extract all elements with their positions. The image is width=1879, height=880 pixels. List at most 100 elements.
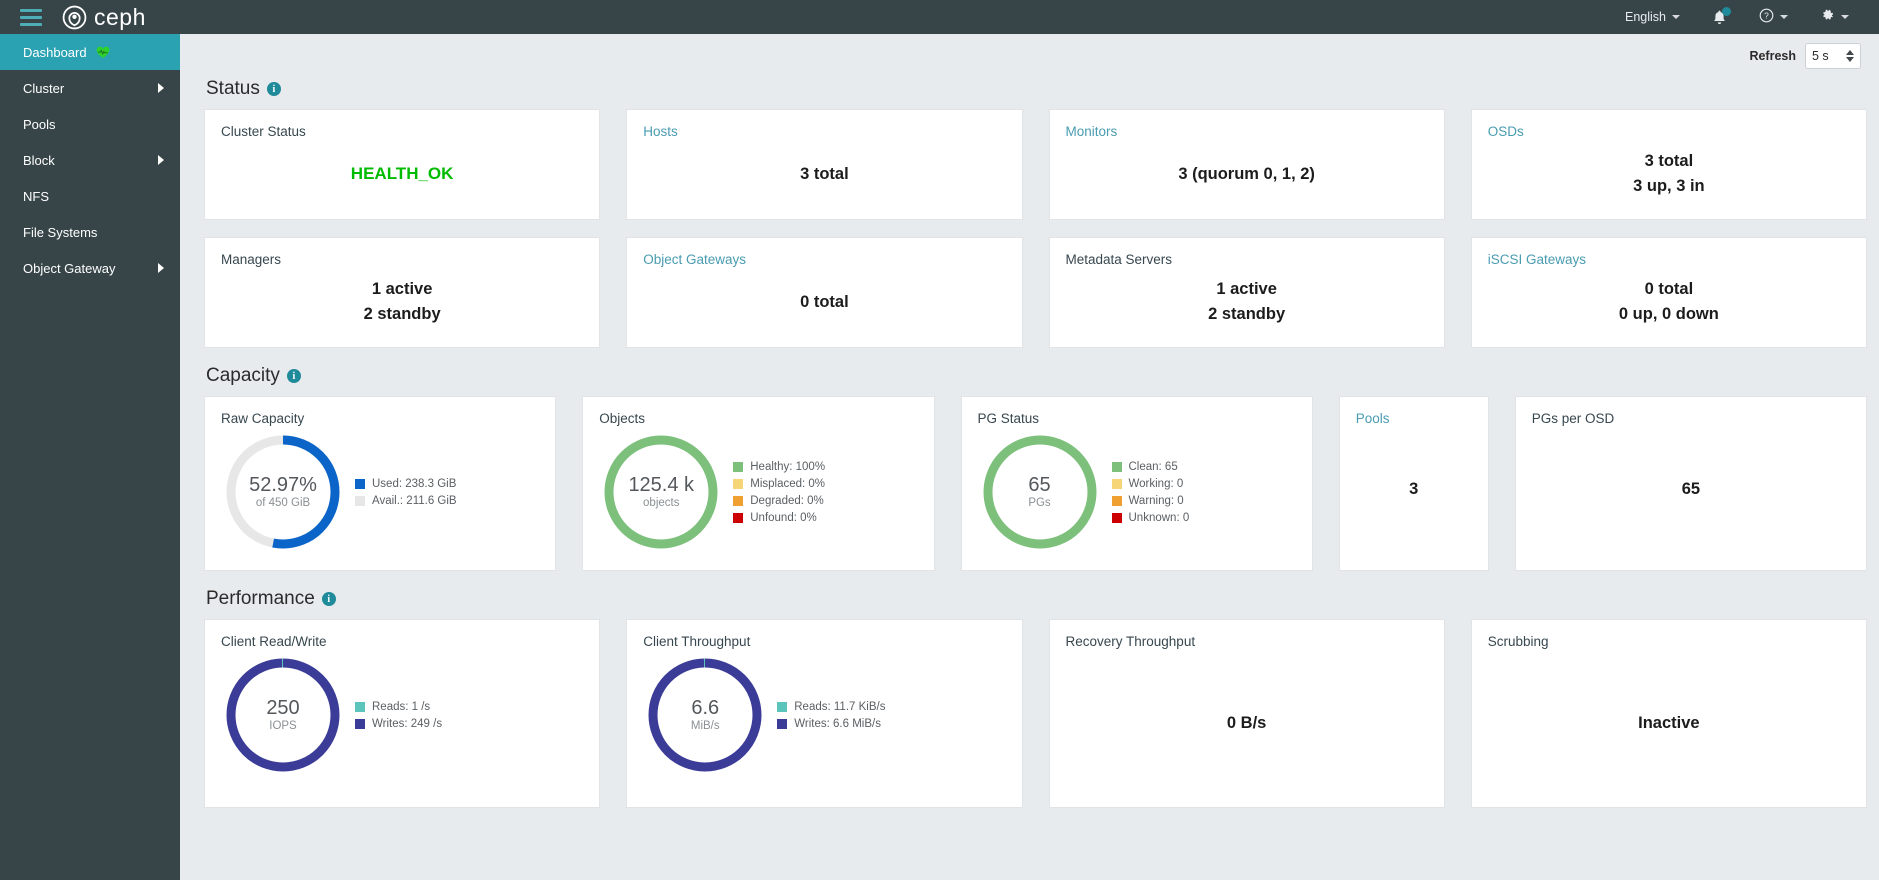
raw-capacity-legend: Used: 238.3 GiB Avail.: 211.6 GiB	[349, 478, 457, 507]
refresh-interval-select[interactable]: 5 s	[1805, 43, 1861, 69]
card-client-read-write[interactable]: Client Read/Write 250 IOPS Reads: 1 /s W…	[204, 619, 601, 808]
legend-swatch	[355, 478, 365, 489]
card-managers[interactable]: Managers 1 active 2 standby	[204, 237, 601, 348]
sidebar-item-pools[interactable]: Pools	[0, 106, 180, 142]
legend-item: Reads: 11.7 KiB/s	[777, 701, 885, 713]
refresh-control: Refresh 5 s	[204, 34, 1867, 78]
info-icon[interactable]: i	[321, 592, 336, 606]
hamburger-icon[interactable]	[0, 0, 62, 34]
sidebar-item-block[interactable]: Block	[0, 142, 180, 178]
sidebar-item-label: Pools	[23, 116, 56, 132]
dashboard-main: Refresh 5 s Status i Cluster Status HEAL…	[180, 34, 1879, 880]
card-value: 65	[1681, 479, 1701, 498]
card-hosts[interactable]: Hosts 3 total	[626, 109, 1023, 220]
ceph-logo[interactable]: ceph	[62, 4, 146, 31]
legend-label: Unfound: 0%	[750, 511, 817, 524]
chevron-right-icon	[158, 155, 164, 165]
legend-item: Unknown: 0	[1111, 512, 1189, 524]
sidebar-item-dashboard[interactable]: Dashboard	[0, 34, 180, 70]
info-icon[interactable]: i	[266, 82, 281, 96]
card-title[interactable]: Object Gateways	[643, 252, 1005, 267]
legend-label: Warning: 0	[1128, 494, 1184, 507]
sidebar-item-nfs[interactable]: NFS	[0, 178, 180, 214]
card-title: Client Read/Write	[221, 634, 327, 649]
legend-swatch	[1111, 478, 1122, 489]
card-title[interactable]: Monitors	[1066, 124, 1428, 139]
card-pgs-per-osd[interactable]: PGs per OSD 65	[1514, 396, 1867, 571]
card-value-line-1: 3 total	[1644, 152, 1694, 171]
card-metadata-servers[interactable]: Metadata Servers 1 active 2 standby	[1048, 237, 1445, 348]
top-navigation-bar: ceph English ?	[0, 0, 1879, 34]
sidebar-item-label: Object Gateway	[23, 260, 116, 276]
pg-status-donut: 65 PGs	[978, 430, 1102, 554]
legend-item: Used: 238.3 GiB	[355, 478, 457, 490]
status-card-row-2: Managers 1 active 2 standby Object Gatew…	[204, 237, 1867, 348]
legend-label: Clean: 65	[1128, 460, 1178, 473]
sidebar-item-file-systems[interactable]: File Systems	[0, 214, 180, 250]
card-value: Inactive	[1638, 713, 1700, 732]
card-osds[interactable]: OSDs 3 total 3 up, 3 in	[1470, 109, 1867, 220]
card-monitors[interactable]: Monitors 3 (quorum 0, 1, 2)	[1048, 109, 1445, 220]
sidebar-item-object-gateway[interactable]: Object Gateway	[0, 250, 180, 286]
card-client-throughput[interactable]: Client Throughput 6.6 MiB/s Reads: 11.7 …	[626, 619, 1023, 808]
card-object-gateways[interactable]: Object Gateways 0 total	[626, 237, 1023, 348]
performance-card-row: Client Read/Write 250 IOPS Reads: 1 /s W…	[204, 619, 1867, 808]
sidebar-item-label: Block	[23, 152, 55, 168]
legend-label: Misplaced: 0%	[750, 477, 826, 490]
sidebar-item-label: NFS	[23, 188, 49, 204]
bell-icon	[1712, 6, 1731, 26]
legend-label: Writes: 6.6 MiB/s	[794, 717, 881, 730]
legend-swatch	[733, 512, 744, 523]
card-scrubbing[interactable]: Scrubbing Inactive	[1470, 619, 1867, 808]
card-value: 3	[1409, 479, 1419, 498]
capacity-card-row: Raw Capacity 52.97% of 450 GiB Used: 238…	[204, 396, 1867, 571]
card-objects[interactable]: Objects 125.4 k objects Healthy: 100% Mi…	[582, 396, 935, 571]
card-title[interactable]: Hosts	[643, 124, 1005, 139]
card-title[interactable]: OSDs	[1488, 124, 1850, 139]
legend-item: Writes: 249 /s	[355, 718, 442, 730]
legend-label: Degraded: 0%	[750, 494, 824, 507]
objects-donut: 125.4 k objects	[599, 430, 723, 554]
client-read-write-donut: 250 IOPS	[221, 653, 345, 777]
card-title[interactable]: iSCSI Gateways	[1488, 252, 1850, 267]
settings-menu[interactable]	[1804, 0, 1865, 34]
card-raw-capacity[interactable]: Raw Capacity 52.97% of 450 GiB Used: 238…	[204, 396, 557, 571]
pg-status-legend: Clean: 65 Working: 0 Warning: 0 Unknown:…	[1106, 460, 1189, 524]
help-circle-icon: ?	[1759, 8, 1774, 26]
legend-item: Reads: 1 /s	[355, 701, 442, 713]
card-title[interactable]: Pools	[1356, 411, 1472, 426]
svg-text:?: ?	[1764, 11, 1769, 21]
card-value: 0 total	[800, 292, 849, 311]
card-value-line-2: 2 standby	[1208, 305, 1286, 323]
legend-swatch	[355, 495, 365, 506]
section-title-capacity: Capacity i	[206, 365, 1867, 387]
info-icon[interactable]: i	[286, 369, 301, 383]
sidebar-navigation: Dashboard Cluster Pools Block NFS File S…	[0, 34, 180, 880]
card-recovery-throughput[interactable]: Recovery Throughput 0 B/s	[1048, 619, 1445, 808]
raw-capacity-donut: 52.97% of 450 GiB	[221, 430, 345, 554]
card-pools[interactable]: Pools 3	[1338, 396, 1489, 571]
brand-text: ceph	[94, 3, 146, 30]
help-menu[interactable]: ?	[1743, 0, 1804, 34]
client-throughput-donut: 6.6 MiB/s	[643, 653, 767, 777]
section-title-performance: Performance i	[206, 588, 1867, 610]
language-selector[interactable]: English	[1609, 0, 1696, 34]
card-cluster-status[interactable]: Cluster Status HEALTH_OK	[204, 109, 601, 220]
legend-label: Reads: 1 /s	[372, 700, 431, 713]
legend-label: Reads: 11.7 KiB/s	[794, 700, 886, 713]
card-title: Scrubbing	[1487, 634, 1549, 649]
legend-item: Avail.: 211.6 GiB	[355, 495, 457, 507]
card-title: Objects	[599, 411, 646, 426]
sidebar-item-cluster[interactable]: Cluster	[0, 70, 180, 106]
legend-swatch	[733, 478, 744, 489]
card-iscsi-gateways[interactable]: iSCSI Gateways 0 total 0 up, 0 down	[1470, 237, 1867, 348]
section-title-status: Status i	[206, 78, 1867, 100]
notifications-button[interactable]	[1696, 0, 1743, 34]
gear-icon	[1820, 8, 1835, 26]
objects-legend: Healthy: 100% Misplaced: 0% Degraded: 0%…	[727, 461, 825, 524]
chevron-down-icon	[1672, 15, 1680, 19]
card-title: Metadata Servers	[1065, 252, 1173, 267]
legend-swatch	[1111, 495, 1122, 506]
card-pg-status[interactable]: PG Status 65 PGs Clean: 65 Working: 0 Wa…	[960, 396, 1313, 571]
sidebar-item-label: Dashboard	[23, 44, 87, 60]
